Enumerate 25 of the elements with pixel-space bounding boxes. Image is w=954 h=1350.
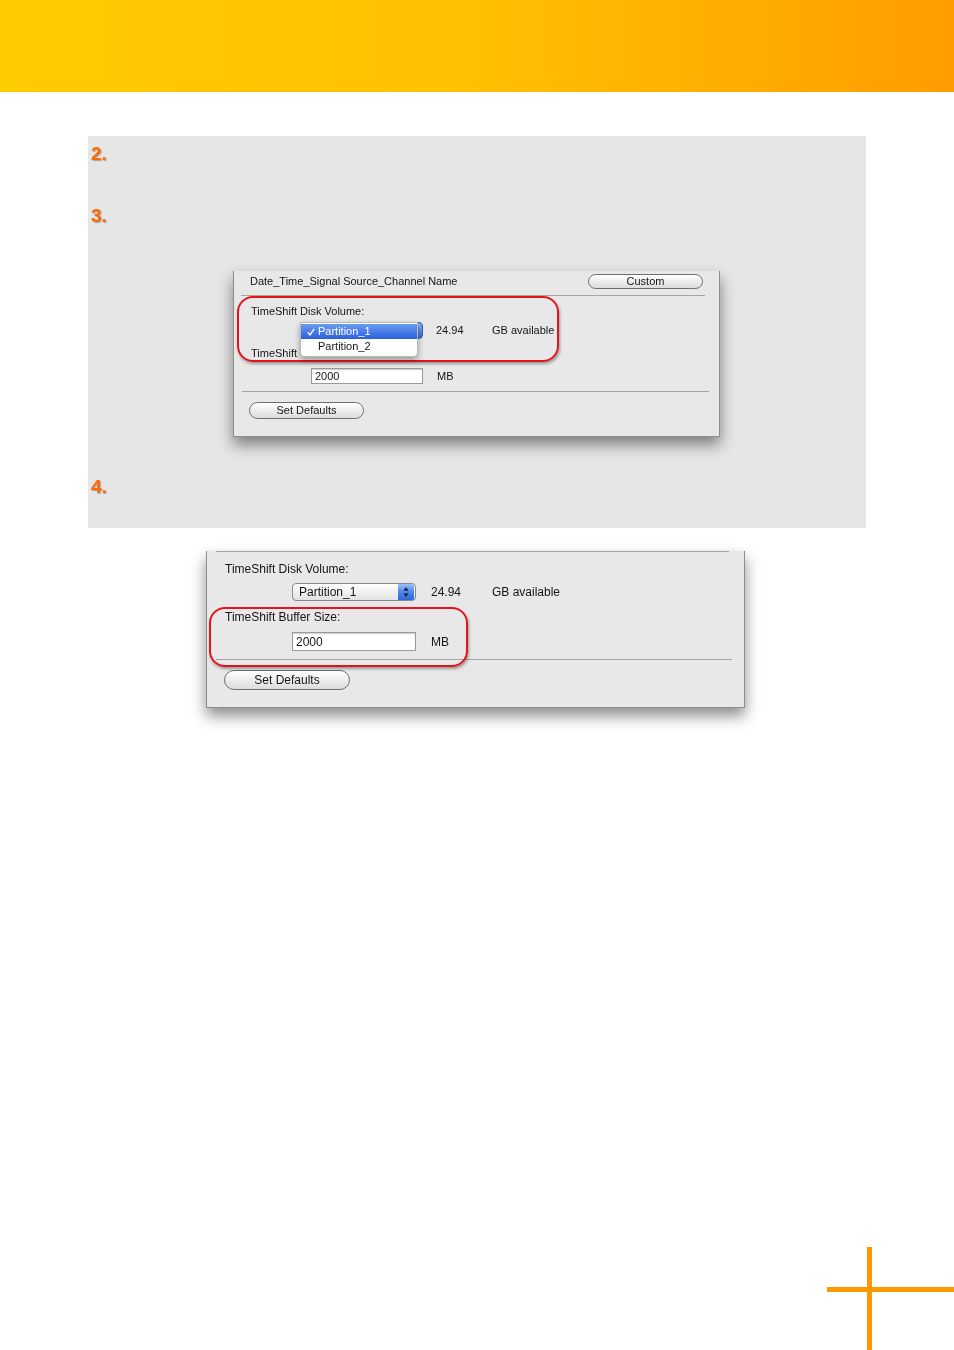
cross-mark-icon — [827, 1247, 954, 1350]
popup-button[interactable]: Partition_1 — [292, 583, 416, 601]
updown-arrows-icon — [397, 584, 415, 600]
menu-item[interactable]: Partition_1 — [301, 324, 417, 339]
name-format-label: Date_Time_Signal Source_Channel Name — [250, 274, 458, 288]
menu-item[interactable]: Partition_2 — [301, 339, 417, 354]
field-label: TimeShift Disk Volume: — [224, 562, 349, 576]
step-number: 4. — [91, 477, 107, 497]
unit-label: MB — [431, 633, 449, 651]
input-field[interactable]: 2000 — [311, 368, 423, 384]
step-number: 3. — [91, 206, 107, 226]
available-space-value: 24.94 — [431, 584, 463, 601]
field-label: TimeShift Disk Volume: — [250, 305, 365, 317]
unit-label: GB available — [492, 323, 555, 339]
input-field[interactable]: 2000 — [292, 632, 416, 651]
field-label: TimeShift Buffer Size: — [224, 610, 341, 624]
check-icon — [307, 327, 315, 336]
custom-button[interactable]: Custom — [588, 273, 703, 289]
unit-label: GB available — [492, 584, 561, 601]
step-number: 2. — [91, 144, 107, 164]
set-defaults-button[interactable]: Set Defaults — [224, 670, 350, 690]
field-label: TimeShift — [250, 347, 298, 359]
unit-label: MB — [437, 368, 454, 384]
available-space-value: 24.94 — [436, 323, 465, 339]
set-defaults-button[interactable]: Set Defaults — [249, 402, 364, 419]
